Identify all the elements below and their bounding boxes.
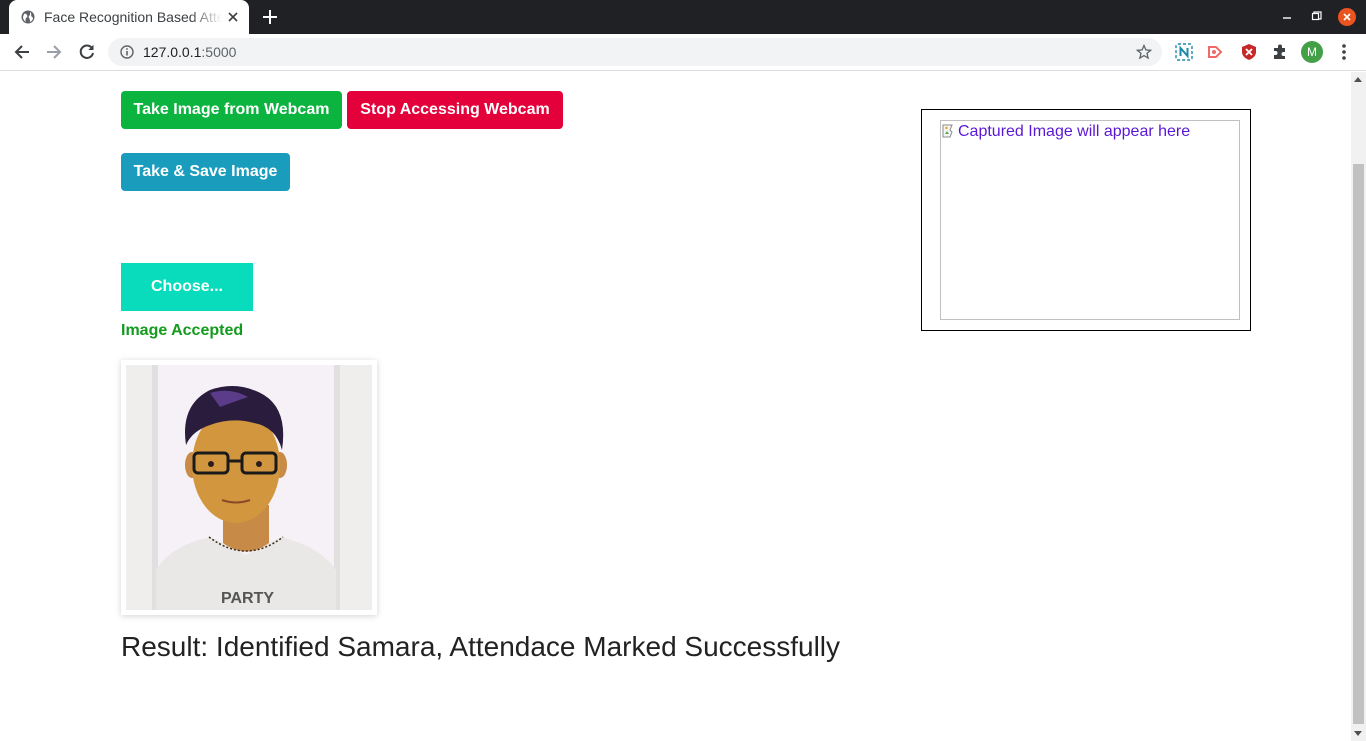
- choose-file-button[interactable]: Choose...: [121, 263, 253, 311]
- puzzle-icon[interactable]: [1271, 43, 1289, 61]
- take-and-save-image-button[interactable]: Take & Save Image: [121, 153, 290, 191]
- window-close-button[interactable]: [1338, 8, 1356, 26]
- tab-title: Face Recognition Based Attendance: [44, 9, 222, 25]
- browser-tab[interactable]: Face Recognition Based Attendance: [9, 0, 249, 34]
- image-accepted-status: Image Accepted: [121, 322, 244, 339]
- result-text: Result: Identified Samara, Attendace Mar…: [121, 631, 841, 662]
- stop-accessing-webcam-button[interactable]: Stop Accessing Webcam: [347, 91, 563, 129]
- take-image-from-webcam-button[interactable]: Take Image from Webcam: [121, 91, 342, 129]
- globe-icon: [21, 10, 35, 24]
- restore-icon[interactable]: [1311, 10, 1323, 22]
- close-icon[interactable]: [227, 11, 239, 23]
- minimize-icon[interactable]: [1281, 10, 1293, 22]
- svg-text:PARTY: PARTY: [221, 590, 274, 607]
- browser-tab-bar: Face Recognition Based Attendance: [0, 0, 1366, 34]
- plus-icon[interactable]: [262, 9, 278, 25]
- info-icon[interactable]: [120, 45, 134, 59]
- shield-icon[interactable]: [1240, 43, 1258, 61]
- url-text: 127.0.0.1:5000: [143, 44, 236, 60]
- forward-icon[interactable]: [45, 43, 63, 61]
- url-host: 127.0.0.1: [143, 44, 202, 60]
- scroll-up-arrow-icon[interactable]: [1354, 77, 1362, 82]
- profile-avatar[interactable]: M: [1301, 41, 1323, 63]
- person-photo-image: PARTY: [126, 365, 372, 610]
- page-scrollbar[interactable]: [1351, 72, 1366, 741]
- scroll-down-arrow-icon[interactable]: [1354, 731, 1362, 736]
- address-bar[interactable]: 127.0.0.1:5000: [108, 38, 1162, 66]
- captured-image-container: Captured Image will appear here: [921, 109, 1251, 331]
- reload-icon[interactable]: [78, 43, 96, 61]
- back-icon[interactable]: [13, 43, 31, 61]
- menu-icon[interactable]: [1336, 43, 1352, 61]
- scrollbar-thumb[interactable]: [1353, 164, 1364, 724]
- star-icon[interactable]: [1136, 44, 1152, 60]
- page-viewport: Take Image from Webcam Stop Accessing We…: [0, 72, 1351, 741]
- captured-image-alt-text: Captured Image will appear here: [958, 123, 1191, 140]
- close-icon: [1343, 13, 1351, 21]
- broken-image-icon: [942, 124, 953, 138]
- extension-cast-icon[interactable]: [1207, 43, 1225, 61]
- uploaded-photo: PARTY: [121, 360, 377, 615]
- browser-toolbar: 127.0.0.1:5000 M: [0, 34, 1366, 71]
- captured-image: Captured Image will appear here: [940, 120, 1240, 320]
- extension-n-icon[interactable]: [1175, 43, 1193, 61]
- url-port: :5000: [201, 44, 237, 60]
